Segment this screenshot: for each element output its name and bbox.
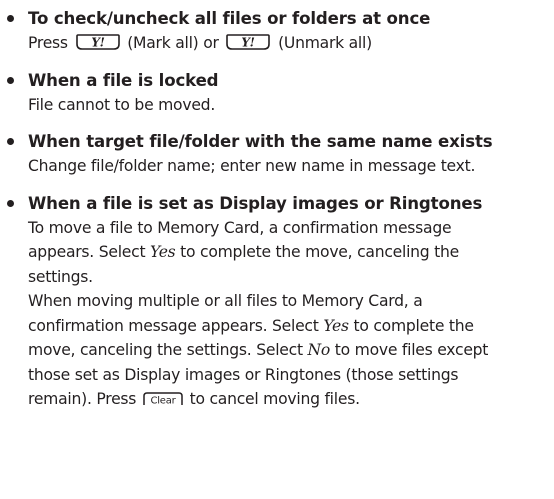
emphasis-yes: Yes [323, 316, 349, 335]
item-body-line: settings. [28, 267, 93, 286]
text-segment: to complete the [348, 316, 474, 335]
text-segment: Press [28, 34, 73, 52]
clear-key-label: Clear [150, 396, 176, 407]
item-heading: To check/uncheck all files or folders at… [28, 9, 431, 28]
softkey-label: Y! [91, 36, 104, 50]
item-body-line: Press Y! (Mark all) or Y! (Unmark all) [28, 31, 554, 56]
text-segment: remain). Press [28, 390, 141, 408]
yahoo-softkey-icon: Y! [75, 34, 120, 50]
emphasis-yes: Yes [150, 243, 176, 261]
text-segment: move, canceling the settings. Select [28, 341, 308, 359]
yahoo-softkey-icon: Y! [226, 34, 271, 50]
clear-key-icon: Clear [143, 392, 183, 407]
text-segment: appears. Select [28, 243, 151, 261]
softkey-label: Y! [242, 36, 255, 50]
text-segment: to complete the move, canceling the [175, 243, 459, 261]
bullet-icon [7, 15, 14, 22]
item-heading: When target file/folder with the same na… [28, 132, 493, 151]
text-segment: confirmation message appears. Select [28, 316, 324, 335]
item-body-line: appears. Select Yes to complete the move… [28, 240, 554, 265]
item-body-line: those set as Display images or Ringtones… [28, 365, 459, 384]
item-body-line: remain). Press Clear to cancel moving fi… [28, 387, 554, 412]
item-heading: When a file is locked [28, 70, 219, 90]
text-segment: to move files except [330, 341, 489, 359]
text-segment: (Mark all) or [122, 34, 224, 52]
bullet-item-display-ringtones: When a file is set as Display images or … [0, 191, 554, 412]
text-segment: (Unmark all) [273, 34, 372, 52]
item-body-line: move, canceling the settings. Select No … [28, 338, 554, 363]
item-body-line: Change file/folder name; enter new name … [28, 157, 476, 175]
bullet-icon [7, 138, 14, 145]
bullet-item-locked: When a file is locked File cannot to be … [0, 68, 554, 118]
emphasis-no: No [307, 341, 331, 359]
bullet-icon [7, 76, 14, 84]
item-body-line: confirmation message appears. Select Yes… [28, 314, 554, 339]
bullet-icon [7, 199, 14, 207]
item-body-line: To move a file to Memory Card, a confirm… [28, 218, 452, 237]
bullet-item-same-name: When target file/folder with the same na… [0, 129, 554, 179]
item-body-line: File cannot to be moved. [28, 95, 216, 114]
item-body-line: When moving multiple or all files to Mem… [28, 292, 423, 310]
text-segment: to cancel moving files. [184, 390, 360, 408]
bullet-item-check-all: To check/uncheck all files or folders at… [0, 6, 554, 56]
manual-page: To check/uncheck all files or folders at… [0, 0, 554, 499]
item-heading: When a file is set as Display images or … [28, 193, 483, 213]
